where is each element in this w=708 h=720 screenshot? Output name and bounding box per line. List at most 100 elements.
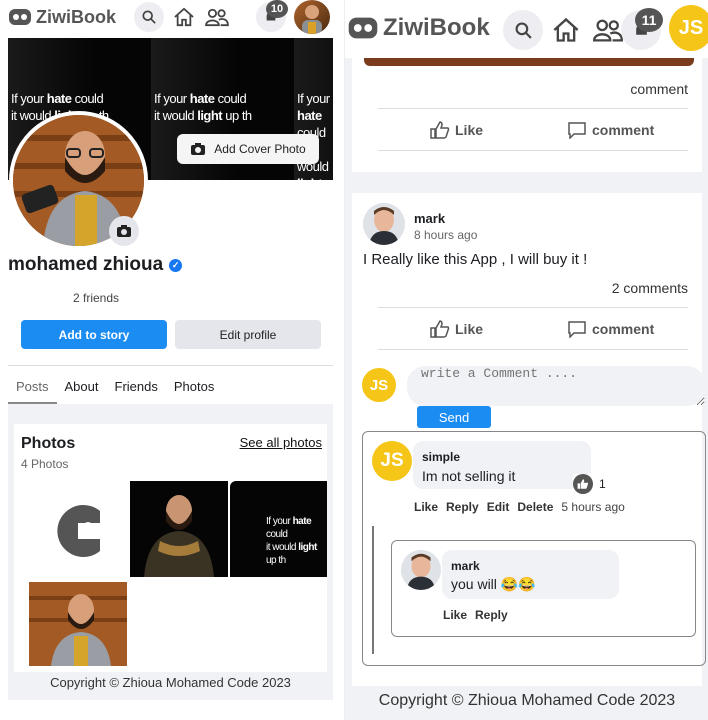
search-icon bbox=[142, 10, 156, 24]
like-button[interactable]: Like bbox=[430, 320, 483, 338]
like-count: 1 bbox=[599, 477, 606, 491]
see-all-photos-link[interactable]: See all photos bbox=[240, 435, 322, 450]
home-button[interactable] bbox=[551, 15, 581, 45]
thumbs-up-icon bbox=[573, 474, 593, 494]
notifications-button[interactable]: 10 bbox=[256, 0, 288, 32]
comment-like-link[interactable]: Like bbox=[414, 500, 438, 514]
reply-reply-link[interactable]: Reply bbox=[475, 608, 508, 622]
tab-posts[interactable]: Posts bbox=[8, 373, 57, 404]
comment-thread: JS simple Im not selling it 1 Like Reply… bbox=[362, 431, 706, 666]
nav-avatar[interactable] bbox=[294, 0, 330, 34]
home-button[interactable] bbox=[171, 4, 197, 30]
reply-text: you will 😂😂 bbox=[451, 576, 536, 592]
reply-thread-line bbox=[372, 526, 374, 654]
portrait-photo bbox=[144, 495, 214, 577]
like-icon bbox=[430, 320, 450, 338]
edit-profile-button[interactable]: Edit profile bbox=[175, 320, 321, 349]
current-user-avatar[interactable]: JS bbox=[362, 368, 396, 402]
replier-avatar[interactable] bbox=[401, 550, 441, 590]
comment-count[interactable]: comment bbox=[630, 81, 688, 97]
post-time: 8 hours ago bbox=[414, 228, 478, 242]
author-name[interactable]: mark bbox=[414, 211, 445, 226]
search-icon bbox=[515, 22, 532, 39]
comment-button[interactable]: comment bbox=[567, 320, 654, 338]
comment-likes[interactable]: 1 bbox=[573, 474, 606, 494]
profile-name-text: mohamed zhioua bbox=[8, 254, 164, 275]
post-image bbox=[364, 58, 694, 66]
comment-label: comment bbox=[592, 321, 655, 337]
comment-input[interactable] bbox=[407, 366, 705, 406]
tab-photos[interactable]: Photos bbox=[166, 373, 222, 404]
reply-box: mark you will 😂😂 Like Reply bbox=[391, 540, 696, 637]
divider bbox=[8, 365, 333, 366]
send-button[interactable]: Send bbox=[417, 406, 491, 428]
add-cover-photo-button[interactable]: Add Cover Photo bbox=[177, 134, 319, 164]
photo-thumb[interactable] bbox=[30, 481, 128, 577]
comment-button[interactable]: comment bbox=[567, 121, 654, 139]
copyright-footer: Copyright © Zhioua Mohamed Code 2023 bbox=[8, 672, 333, 694]
copyright-footer: Copyright © Zhioua Mohamed Code 2023 bbox=[345, 686, 708, 716]
app-name: ZiwiBook bbox=[383, 14, 490, 41]
add-to-story-button[interactable]: Add to story bbox=[21, 320, 167, 349]
logo-icon bbox=[348, 17, 378, 39]
photo-thumb[interactable]: If your hate could it would light up th bbox=[230, 481, 327, 577]
tab-about[interactable]: About bbox=[57, 373, 107, 404]
camera-icon bbox=[191, 143, 206, 155]
comment-count[interactable]: 2 comments bbox=[612, 280, 688, 296]
comment-time: 5 hours ago bbox=[561, 500, 625, 514]
search-button[interactable] bbox=[134, 2, 164, 32]
post-text: I Really like this App , I will buy it ! bbox=[363, 251, 588, 268]
photos-title: Photos bbox=[21, 435, 76, 452]
logo-photo bbox=[57, 505, 100, 557]
profile-photo bbox=[29, 594, 127, 666]
nav-avatar[interactable]: JS bbox=[669, 5, 708, 51]
comment-text: Im not selling it bbox=[422, 468, 516, 484]
reply-actions: Like Reply bbox=[443, 608, 508, 622]
notification-badge: 11 bbox=[635, 8, 663, 32]
comment-delete-link[interactable]: Delete bbox=[517, 500, 553, 514]
commenter-avatar[interactable]: JS bbox=[372, 441, 412, 481]
app-logo[interactable]: ZiwiBook bbox=[8, 7, 116, 28]
photo-quote: If your hate could it would light up th bbox=[266, 516, 317, 566]
comment-reply-link[interactable]: Reply bbox=[446, 500, 479, 514]
divider bbox=[378, 150, 688, 151]
profile-name: mohamed zhioua ✓ bbox=[8, 254, 183, 276]
photo-thumb[interactable] bbox=[130, 481, 228, 577]
camera-icon bbox=[117, 225, 131, 237]
like-label: Like bbox=[455, 321, 484, 337]
top-nav: ZiwiBook 11 JS bbox=[345, 0, 708, 58]
photo-thumb[interactable] bbox=[29, 582, 127, 666]
user-photo bbox=[302, 5, 322, 34]
verified-icon: ✓ bbox=[169, 258, 183, 272]
top-nav: ZiwiBook 10 bbox=[8, 0, 333, 34]
cover-quote: If your hate could it would light up th bbox=[154, 91, 252, 123]
like-label: Like bbox=[455, 122, 484, 138]
comment-bubble: simple Im not selling it bbox=[413, 441, 591, 489]
notifications-button[interactable]: 11 bbox=[621, 8, 663, 50]
friends-icon bbox=[593, 19, 623, 42]
comment-actions: Like Reply Edit Delete 5 hours ago bbox=[414, 500, 625, 514]
feed-page: ZiwiBook 11 JS comment Like comment mark… bbox=[344, 0, 708, 720]
divider bbox=[378, 307, 688, 308]
commenter-name[interactable]: simple bbox=[422, 450, 460, 464]
app-name: ZiwiBook bbox=[36, 6, 116, 27]
friends-button[interactable] bbox=[592, 15, 624, 45]
reply-like-link[interactable]: Like bbox=[443, 608, 467, 622]
author-avatar[interactable] bbox=[363, 203, 405, 245]
post-card: comment Like comment bbox=[352, 58, 702, 172]
like-button[interactable]: Like bbox=[430, 121, 483, 139]
friends-count[interactable]: 2 friends bbox=[73, 291, 119, 305]
search-button[interactable] bbox=[503, 10, 543, 50]
tab-friends[interactable]: Friends bbox=[107, 373, 166, 404]
comment-icon bbox=[568, 122, 586, 139]
photos-card: Photos 4 Photos See all photos If your h… bbox=[14, 424, 327, 680]
comment-icon bbox=[568, 321, 586, 338]
screenshot-root: ZiwiBook 10 If your hate could it would … bbox=[0, 0, 708, 720]
divider bbox=[378, 349, 688, 350]
change-avatar-button[interactable] bbox=[109, 216, 139, 246]
comment-edit-link[interactable]: Edit bbox=[487, 500, 510, 514]
app-logo[interactable]: ZiwiBook bbox=[347, 14, 490, 42]
replier-name[interactable]: mark bbox=[451, 559, 480, 573]
friends-button[interactable] bbox=[204, 4, 230, 30]
comment-label: comment bbox=[592, 122, 655, 138]
